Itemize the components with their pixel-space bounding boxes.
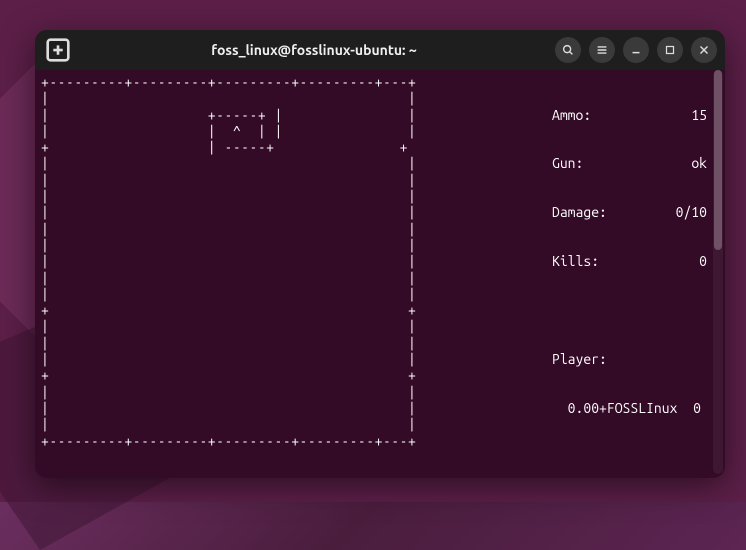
player-label: Player: <box>552 351 707 367</box>
damage-value: 0/10 <box>676 204 707 220</box>
player-line: 0.00+FOSSLInux 0 <box>552 400 707 416</box>
hamburger-icon <box>595 43 609 57</box>
damage-label: Damage: <box>552 204 607 220</box>
terminal-window: foss_linux@fosslinux-ubuntu: ~ <box>35 30 725 478</box>
damage-row: Damage: 0/10 <box>552 204 707 220</box>
game-map: +---------+---------+---------+---------… <box>41 74 416 472</box>
minimize-icon <box>629 43 643 57</box>
kills-value: 0 <box>699 253 707 269</box>
search-button[interactable] <box>555 37 581 63</box>
ammo-value: 15 <box>691 107 707 123</box>
stats-panel: Ammo: 15 Gun: ok Damage: 0/10 Kills: 0 Playe… <box>552 74 707 478</box>
gun-value: ok <box>691 155 707 171</box>
close-button[interactable] <box>691 37 717 63</box>
maximize-button[interactable] <box>657 37 683 63</box>
menu-button[interactable] <box>589 37 615 63</box>
new-tab-icon <box>43 35 73 65</box>
minimize-button[interactable] <box>623 37 649 63</box>
search-icon <box>561 43 575 57</box>
scrollbar[interactable] <box>713 70 723 474</box>
maximize-icon <box>663 43 677 57</box>
titlebar: foss_linux@fosslinux-ubuntu: ~ <box>35 30 725 70</box>
window-title: foss_linux@fosslinux-ubuntu: ~ <box>73 42 555 58</box>
kills-label: Kills: <box>552 253 599 269</box>
gun-label: Gun: <box>552 155 583 171</box>
close-icon <box>697 43 711 57</box>
gun-row: Gun: ok <box>552 155 707 171</box>
ammo-label: Ammo: <box>552 107 591 123</box>
blank-row-2 <box>552 449 707 478</box>
blank-row <box>552 302 707 318</box>
scrollbar-thumb[interactable] <box>714 70 722 250</box>
terminal-body[interactable]: +---------+---------+---------+---------… <box>35 70 725 478</box>
kills-row: Kills: 0 <box>552 253 707 269</box>
new-tab-button[interactable] <box>43 35 73 65</box>
ammo-row: Ammo: 15 <box>552 107 707 123</box>
